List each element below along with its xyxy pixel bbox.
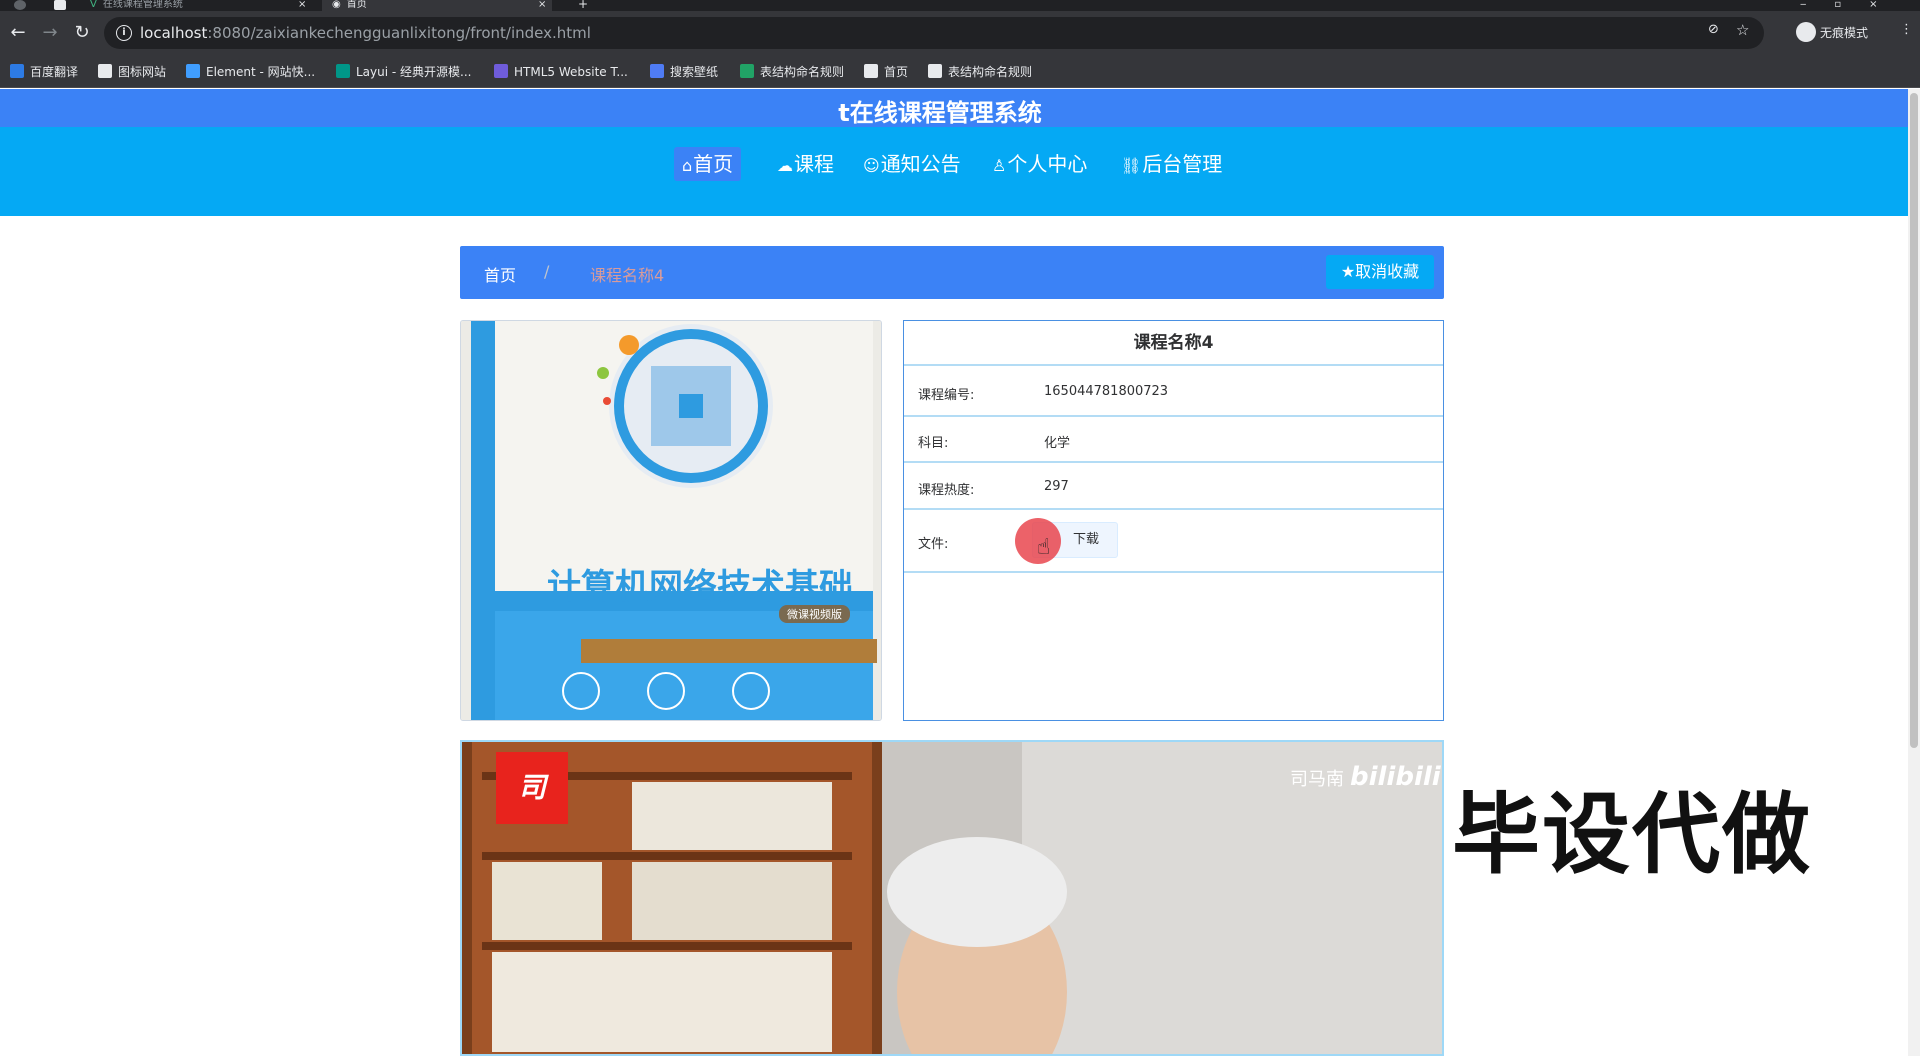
cloud-icon: ☁: [777, 156, 793, 175]
url-field[interactable]: i localhost:8080/zaixiankechengguanlixit…: [104, 17, 1764, 49]
nav-item-notices[interactable]: ☺通知公告: [855, 147, 969, 181]
globe-icon: ◉: [332, 0, 341, 10]
star-icon[interactable]: ☆: [1736, 21, 1749, 39]
bookmark-item[interactable]: 首页: [864, 63, 908, 81]
course-name: 课程名称4: [904, 321, 1443, 366]
link-icon: ⛓: [1121, 156, 1142, 175]
detail-label: 课程热度:: [918, 483, 975, 498]
browser-tab-strip: V 在线课程管理系统 × ◉ 首页 × + ‒▫×: [0, 0, 1920, 11]
vue-icon: V: [90, 0, 97, 10]
incognito-indicator[interactable]: 无痕模式: [1796, 22, 1868, 42]
new-tab-button[interactable]: +: [578, 0, 592, 11]
more-menu-icon[interactable]: ⋮: [1900, 22, 1913, 37]
star-icon: ★: [1340, 262, 1356, 281]
overlay-caption: 毕设代做: [1450, 781, 1813, 888]
wallpaper-icon: [650, 64, 664, 78]
smile-icon: ☺: [863, 156, 880, 175]
site-info-icon[interactable]: i: [116, 25, 132, 41]
url-text[interactable]: localhost:8080/zaixiankechengguanlixiton…: [140, 24, 591, 42]
course-video[interactable]: 司 司马南 bilibili: [460, 740, 1444, 1056]
book-cover-illustration: [461, 321, 881, 720]
bookmark-item[interactable]: Layui - 经典开源模...: [336, 63, 471, 81]
detail-label: 科目:: [918, 436, 949, 451]
breadcrumb-separator: /: [544, 262, 550, 281]
user-icon: ♙: [992, 156, 1007, 175]
back-arrow-icon[interactable]: ←: [8, 23, 28, 43]
breadcrumb-home[interactable]: 首页: [484, 262, 516, 286]
course-cover-image: 计算机网络技术基础 微课视频版: [460, 320, 882, 721]
file-row: 文件: 下载 ☝: [904, 510, 1443, 573]
unfavorite-button[interactable]: ★取消收藏: [1326, 255, 1434, 289]
flag-icon: [98, 64, 112, 78]
detail-value: 化学: [1044, 436, 1071, 451]
scrollbar-thumb[interactable]: [1910, 93, 1918, 748]
nav-item-admin[interactable]: ⛓后台管理: [1113, 147, 1230, 181]
chrome-menu-icon[interactable]: [14, 0, 26, 10]
address-bar-row: ← → ↻ i localhost:8080/zaixiankechenggua…: [0, 11, 1920, 55]
nav-item-courses[interactable]: ☁课程: [769, 147, 842, 181]
globe-icon: [864, 64, 878, 78]
subject-row: 科目: 化学: [904, 417, 1443, 463]
video-watermark: 司马南 bilibili: [1290, 762, 1441, 792]
course-code-row: 课程编号: 165044781800723: [904, 366, 1443, 417]
eye-off-icon[interactable]: ⊘: [1708, 22, 1719, 37]
file-label: 文件:: [918, 537, 949, 552]
nav-item-home[interactable]: ⌂首页: [674, 147, 742, 181]
forward-arrow-icon[interactable]: →: [40, 23, 60, 43]
detail-value: 165044781800723: [1044, 384, 1169, 399]
bookmark-item[interactable]: 图标网站: [98, 63, 166, 81]
hand-cursor-icon: ☝: [1037, 535, 1051, 560]
tab-search-icon[interactable]: [54, 0, 66, 10]
bookmark-item[interactable]: 百度翻译: [10, 63, 78, 81]
breadcrumb-current: 课程名称4: [590, 266, 665, 285]
globe-icon: [928, 64, 942, 78]
course-detail-panel: 课程名称4 课程编号: 165044781800723 科目: 化学 课程热度: 297 …: [903, 320, 1444, 721]
element-icon: [186, 64, 200, 78]
bookmarks-bar: 百度翻译 图标网站 Element - 网站快... Layui - 经典开源模...…: [0, 55, 1920, 88]
breadcrumb: 首页 / 课程名称4 ★取消收藏: [460, 246, 1444, 299]
bookmark-item[interactable]: Element - 网站快...: [186, 63, 315, 81]
channel-logo: 司: [496, 752, 568, 824]
home-icon: ⌂: [682, 156, 693, 175]
detail-label: 课程编号:: [918, 388, 975, 403]
close-icon[interactable]: ×: [538, 0, 546, 10]
baidu-translate-icon: [10, 64, 24, 78]
cover-subtitle: 微课视频版: [779, 605, 850, 623]
bookmark-item[interactable]: 表结构命名规则: [928, 63, 1032, 81]
popularity-row: 课程热度: 297: [904, 463, 1443, 510]
window-controls[interactable]: ‒▫×: [1800, 0, 1910, 11]
cover-title: 计算机网络技术基础: [547, 567, 853, 607]
html5-icon: [494, 64, 508, 78]
sheet-icon: [740, 64, 754, 78]
site-title: t在线课程管理系统: [838, 99, 1042, 127]
close-icon[interactable]: ×: [298, 0, 306, 10]
site-header: t在线课程管理系统: [0, 89, 1908, 127]
bookmark-item[interactable]: 表结构命名规则: [740, 63, 844, 81]
detail-value: 297: [1044, 479, 1069, 494]
layui-icon: [336, 64, 350, 78]
bookmark-item[interactable]: 搜索壁纸: [650, 63, 718, 81]
reload-icon[interactable]: ↻: [72, 23, 92, 43]
browser-tab-active[interactable]: ◉ 首页 ×: [322, 0, 552, 11]
page-scrollbar[interactable]: [1908, 89, 1920, 1056]
incognito-icon: [1796, 22, 1816, 42]
page-viewport: t在线课程管理系统 ⌂首页 ☁课程 ☺通知公告 ♙个人中心 ⛓后台管理 首页 / 课程名…: [0, 89, 1908, 1056]
bookmark-item[interactable]: HTML5 Website T...: [494, 63, 628, 81]
main-nav: ⌂首页 ☁课程 ☺通知公告 ♙个人中心 ⛓后台管理: [0, 127, 1908, 216]
nav-item-profile[interactable]: ♙个人中心: [984, 147, 1095, 181]
browser-tab[interactable]: V 在线课程管理系统 ×: [90, 0, 310, 11]
